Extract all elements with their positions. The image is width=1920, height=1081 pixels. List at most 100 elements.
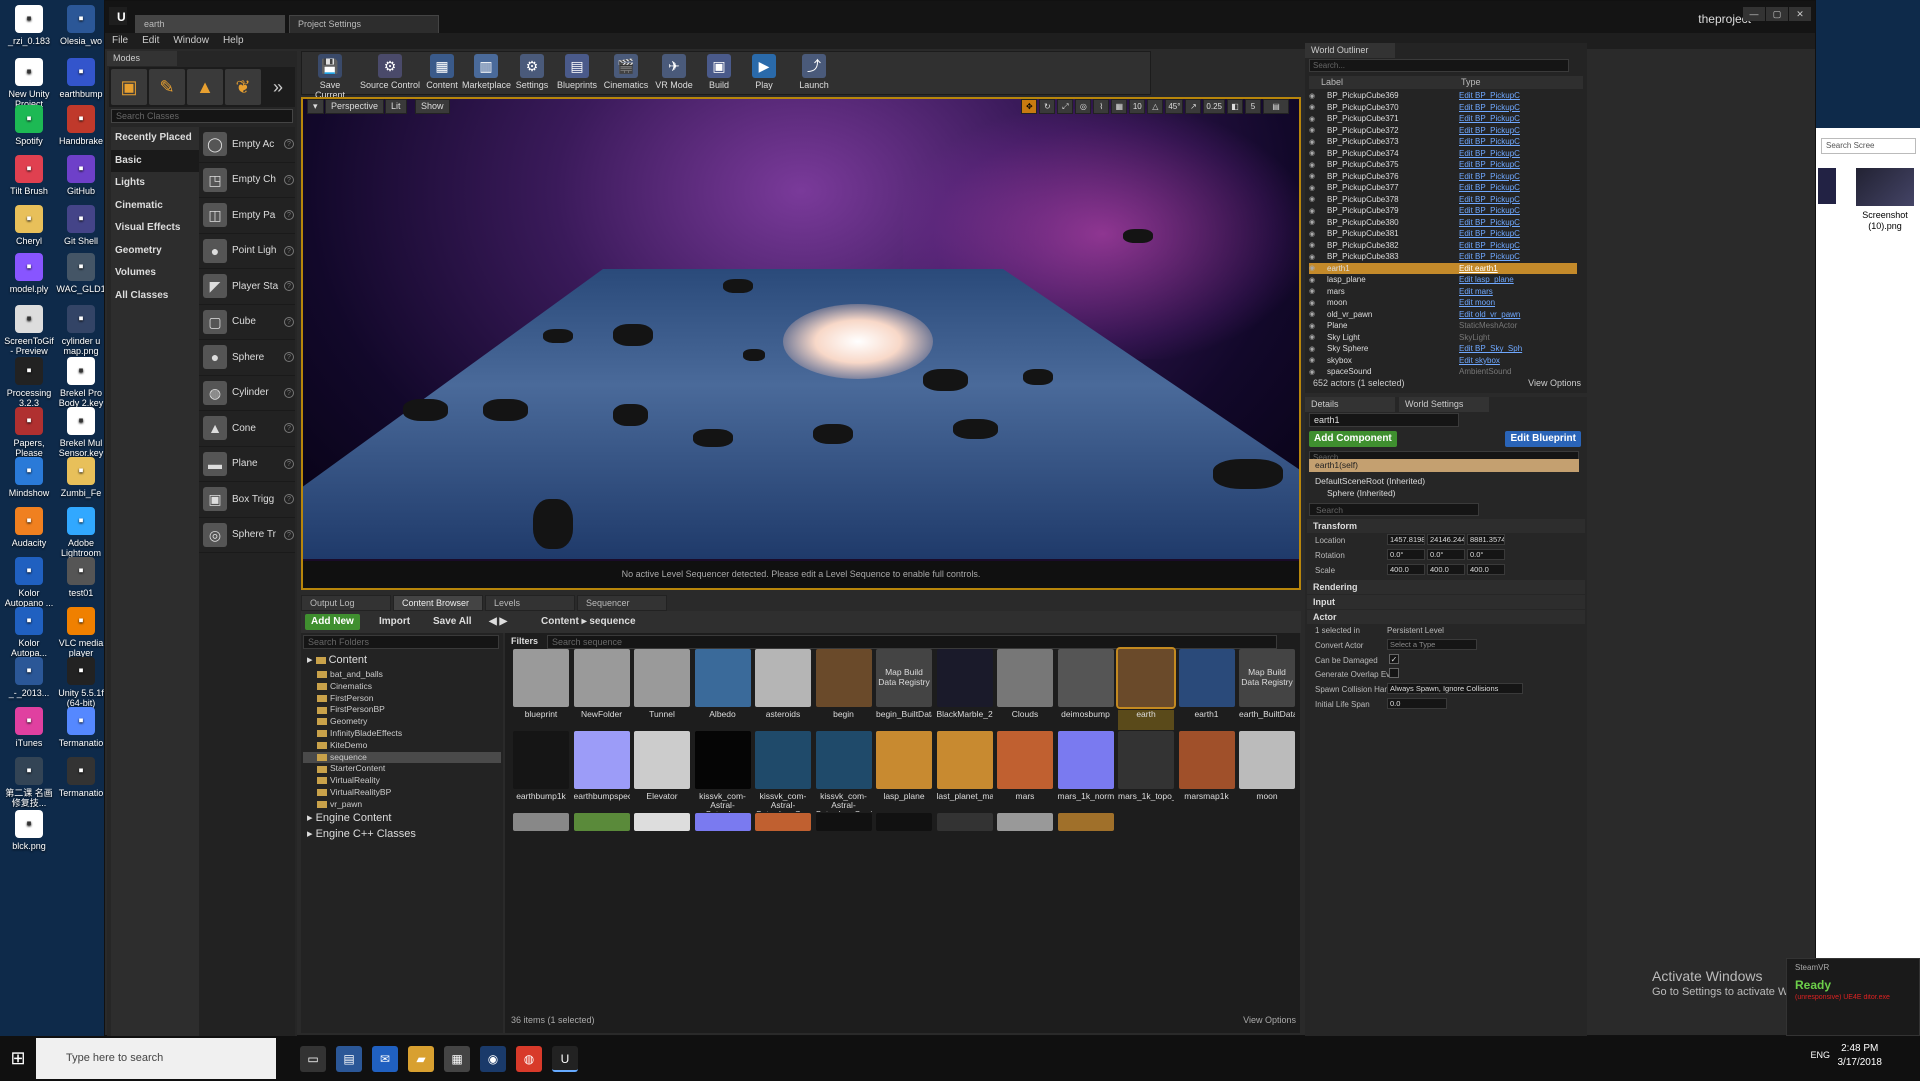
- scale-y[interactable]: 400.0: [1427, 564, 1465, 575]
- outliner-type[interactable]: Edit earth1: [1459, 264, 1569, 273]
- section-transform[interactable]: Transform: [1307, 519, 1585, 533]
- help-icon[interactable]: ?: [284, 494, 294, 505]
- can-be-damaged-checkbox[interactable]: ✓: [1389, 654, 1399, 664]
- location-x[interactable]: 1457.8198: [1387, 534, 1425, 545]
- asset-tile[interactable]: earth: [1116, 647, 1176, 730]
- breadcrumb-sequence[interactable]: sequence: [589, 616, 635, 627]
- outliner-row[interactable]: ◉ mars Edit mars: [1309, 286, 1577, 298]
- outliner-row[interactable]: ◉ BP_PickupCube379 Edit BP_PickupC: [1309, 205, 1577, 217]
- asset-tile[interactable]: [1057, 813, 1114, 831]
- outliner-type[interactable]: Edit moon: [1459, 298, 1569, 307]
- breadcrumb-content[interactable]: Content: [541, 616, 579, 627]
- asset-tile[interactable]: marsmap1k: [1178, 731, 1235, 812]
- outliner-row[interactable]: ◉ BP_PickupCube380 Edit BP_PickupC: [1309, 217, 1577, 229]
- asset-tile[interactable]: earthbump1k: [513, 731, 569, 812]
- visibility-eye-icon[interactable]: ◉: [1309, 264, 1321, 272]
- visibility-eye-icon[interactable]: ◉: [1309, 230, 1321, 238]
- outliner-type[interactable]: Edit BP_PickupC: [1459, 218, 1569, 227]
- calculator-icon[interactable]: ▦: [444, 1046, 470, 1072]
- location-label[interactable]: Location: [1315, 536, 1345, 545]
- outliner-type[interactable]: Edit BP_PickupC: [1459, 137, 1569, 146]
- outliner-row[interactable]: ◉ Sky Sphere Edit BP_Sky_Sph: [1309, 343, 1577, 355]
- edit-blueprint-button[interactable]: Edit Blueprint: [1505, 431, 1581, 447]
- placeable-item[interactable]: ◍ Cylinder?: [199, 376, 295, 411]
- placeable-item[interactable]: ▢ Cube?: [199, 305, 295, 340]
- place-mode-icon[interactable]: ▣: [111, 69, 147, 105]
- folder-cinematics[interactable]: Cinematics: [303, 681, 501, 693]
- location-y[interactable]: 24146.244: [1427, 534, 1465, 545]
- tab-sequencer[interactable]: Sequencer: [577, 595, 667, 611]
- desktop-icon[interactable]: ▪ Termanatio: [56, 757, 106, 808]
- outliner-type[interactable]: Edit old_vr_pawn: [1459, 310, 1569, 319]
- location-z[interactable]: 8881.35742: [1467, 534, 1505, 545]
- desktop-icon[interactable]: ▪ Zumbi_Fe: [56, 457, 106, 508]
- taskbar-search-input[interactable]: Type here to search: [36, 1038, 276, 1079]
- desktop-icon[interactable]: ▪ Papers, Please: [4, 407, 54, 458]
- menu-window[interactable]: Window: [166, 33, 216, 48]
- tab-project-settings[interactable]: Project Settings: [289, 15, 439, 33]
- menu-help[interactable]: Help: [216, 33, 251, 48]
- asset-tile[interactable]: [573, 813, 630, 831]
- camera-speed-icon[interactable]: ◧: [1227, 99, 1243, 114]
- asset-tile[interactable]: Elevator: [634, 731, 690, 812]
- windows-start-icon[interactable]: ⊞: [0, 1036, 36, 1081]
- outliner-row[interactable]: ◉ BP_PickupCube383 Edit BP_PickupC: [1309, 251, 1577, 263]
- help-icon[interactable]: ?: [284, 387, 294, 398]
- launch-button[interactable]: ⤴ Launch: [790, 54, 838, 94]
- placeable-item[interactable]: ▬ Plane?: [199, 447, 295, 482]
- help-icon[interactable]: ?: [284, 529, 294, 540]
- visibility-eye-icon[interactable]: ◉: [1309, 276, 1321, 284]
- asset-tile[interactable]: [755, 813, 811, 831]
- close-button[interactable]: ✕: [1789, 7, 1811, 21]
- outliner-type[interactable]: Edit BP_PickupC: [1459, 172, 1569, 181]
- camera-speed-value[interactable]: 5: [1245, 99, 1261, 114]
- help-icon[interactable]: ?: [284, 281, 294, 292]
- explorer-thumbnail[interactable]: [1818, 168, 1836, 204]
- content-button[interactable]: ▦ Content: [424, 54, 460, 94]
- visibility-eye-icon[interactable]: ◉: [1309, 218, 1321, 226]
- outliner-row[interactable]: ◉ BP_PickupCube374 Edit BP_PickupC: [1309, 148, 1577, 160]
- category-cinematic[interactable]: Cinematic: [111, 195, 199, 218]
- outliner-row[interactable]: ◉ BP_PickupCube376 Edit BP_PickupC: [1309, 171, 1577, 183]
- translate-icon[interactable]: ✥: [1021, 99, 1038, 114]
- unreal-taskbar-icon[interactable]: U: [552, 1046, 578, 1072]
- component-self[interactable]: earth1(self): [1309, 459, 1579, 472]
- category-basic[interactable]: Basic: [111, 149, 199, 172]
- category-visual-effects[interactable]: Visual Effects: [111, 217, 199, 240]
- filters-button[interactable]: Filters: [507, 635, 542, 649]
- more-modes-icon[interactable]: »: [263, 69, 293, 105]
- placeable-item[interactable]: ● Point Ligh?: [199, 234, 295, 269]
- outliner-type[interactable]: Edit BP_PickupC: [1459, 195, 1569, 204]
- visibility-eye-icon[interactable]: ◉: [1309, 299, 1321, 307]
- search-assets-input[interactable]: Search sequence: [547, 635, 1277, 649]
- asset-tile[interactable]: Clouds: [997, 649, 1053, 730]
- visibility-eye-icon[interactable]: ◉: [1309, 345, 1321, 353]
- mail-icon[interactable]: ✉: [372, 1046, 398, 1072]
- outliner-row[interactable]: ◉ lasp_plane Edit lasp_plane: [1309, 274, 1577, 286]
- visibility-eye-icon[interactable]: ◉: [1309, 172, 1321, 180]
- perspective-button[interactable]: Perspective: [325, 99, 385, 114]
- folder-kitedemo[interactable]: KiteDemo: [303, 740, 501, 752]
- view-options-button[interactable]: View Options: [1243, 1015, 1296, 1025]
- spawn-collision-dropdown[interactable]: Always Spawn, Ignore Collisions: [1387, 683, 1523, 694]
- folder-engine-c-classes[interactable]: ▸ Engine C++ Classes: [303, 827, 501, 843]
- save-current-button[interactable]: 💾 Save Current: [304, 54, 356, 100]
- placeable-item[interactable]: ● Sphere?: [199, 340, 295, 376]
- cinematics-button[interactable]: 🎬 Cinematics: [602, 54, 650, 94]
- expand-arrow-icon[interactable]: ▸: [307, 812, 316, 824]
- outliner-row[interactable]: ◉ earth1 Edit earth1: [1309, 262, 1577, 274]
- visibility-eye-icon[interactable]: ◉: [1309, 149, 1321, 157]
- desktop-icon[interactable]: ▪ Tilt Brush: [4, 155, 54, 206]
- vr-mode-button[interactable]: ✈ VR Mode: [652, 54, 696, 94]
- play-button[interactable]: ▶ Play: [742, 54, 786, 94]
- desktop-icon[interactable]: ▪ Kolor Autopa...: [4, 607, 54, 658]
- help-icon[interactable]: ?: [284, 423, 294, 434]
- asset-tile[interactable]: mars: [997, 731, 1053, 812]
- rotation-z[interactable]: 0.0°: [1467, 549, 1505, 560]
- desktop-icon[interactable]: ▪ WAC_GLD1: [56, 253, 106, 304]
- desktop-icon[interactable]: ▪ blck.png: [4, 810, 54, 861]
- desktop-icon[interactable]: ▪ Audacity: [4, 507, 54, 558]
- outliner-search-input[interactable]: Search...: [1309, 59, 1569, 72]
- outliner-row[interactable]: ◉ skybox Edit skybox: [1309, 355, 1577, 367]
- asset-tile[interactable]: kissvk_com-Astral-Saturday_Cue1: [815, 731, 872, 812]
